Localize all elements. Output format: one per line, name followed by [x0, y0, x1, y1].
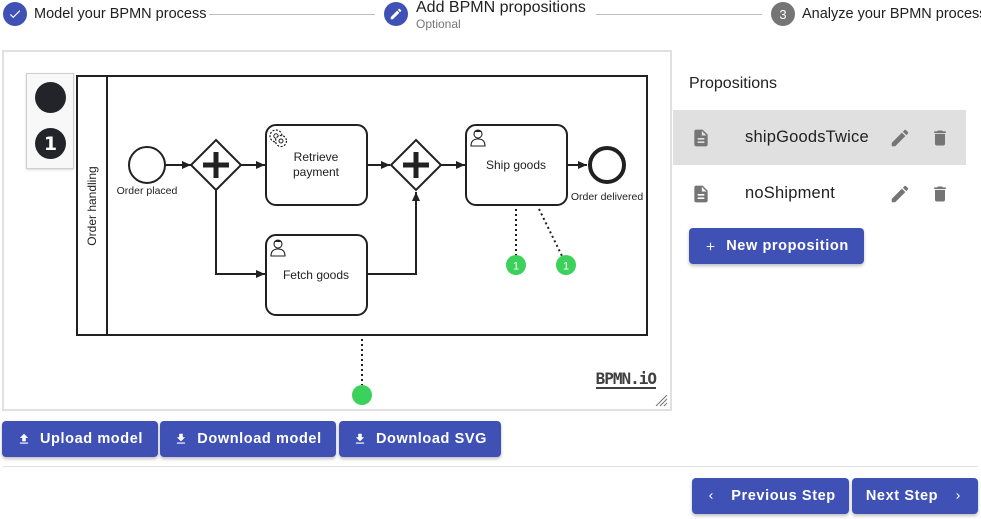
- download-svg-label: Download SVG: [375, 431, 488, 447]
- previous-step-label: Previous Step: [731, 488, 836, 504]
- start-event[interactable]: [128, 146, 166, 184]
- step-2-label[interactable]: Add BPMN propositions: [416, 0, 586, 17]
- pool-label: Order handling: [85, 166, 99, 245]
- filled-circle-icon[interactable]: [35, 82, 66, 113]
- step-3-label[interactable]: Analyze your BPMN process: [802, 6, 981, 22]
- resize-handle-icon[interactable]: [654, 393, 668, 407]
- step-2-active-edit[interactable]: [384, 2, 408, 26]
- document-icon: [694, 129, 708, 147]
- tool-palette: 1: [26, 73, 74, 169]
- document-icon: [694, 185, 708, 203]
- step-connector: [596, 14, 762, 15]
- bpmn-diagram[interactable]: Order handling Order placed Retrieve pay…: [4, 52, 672, 411]
- download-model-button[interactable]: Download model: [160, 421, 336, 457]
- proposition-name: noShipment: [745, 184, 836, 202]
- previous-step-button[interactable]: Previous Step: [692, 478, 849, 514]
- step-1-label[interactable]: Model your BPMN process: [34, 6, 206, 22]
- numbered-badge-icon[interactable]: 1: [35, 128, 66, 159]
- task-fetch-goods-label: Fetch goods: [283, 268, 349, 282]
- step-2-sublabel: Optional: [416, 17, 461, 31]
- stepper: Model your BPMN process Add BPMN proposi…: [0, 0, 981, 40]
- step-1-completed-check[interactable]: [3, 2, 27, 26]
- upload-model-label: Upload model: [39, 431, 144, 447]
- badge-count: 1: [563, 261, 569, 273]
- start-event-label: Order placed: [117, 185, 178, 197]
- step-3-number[interactable]: 3: [771, 2, 795, 26]
- task-retrieve-payment-label-line1: Retrieve: [294, 150, 339, 164]
- proposition-name: shipGoodsTwice: [745, 128, 869, 146]
- upload-model-button[interactable]: Upload model: [2, 421, 158, 457]
- badge-count: 1: [513, 261, 519, 273]
- edit-icon[interactable]: [889, 183, 911, 205]
- plus-icon: [706, 242, 715, 250]
- delete-icon[interactable]: [930, 127, 950, 149]
- divider: [3, 466, 978, 467]
- new-proposition-button[interactable]: New proposition: [689, 228, 864, 264]
- chevron-right-icon: [956, 493, 961, 499]
- step-connector: [209, 14, 375, 15]
- download-icon: [177, 433, 186, 444]
- edit-icon[interactable]: [889, 127, 911, 149]
- delete-icon[interactable]: [930, 183, 950, 205]
- new-proposition-label: New proposition: [726, 238, 849, 254]
- download-svg-button[interactable]: Download SVG: [339, 421, 501, 457]
- task-retrieve-payment-label-line2: payment: [293, 165, 340, 179]
- end-event[interactable]: [588, 146, 626, 184]
- chevron-left-icon: [709, 493, 713, 499]
- pencil-icon: [390, 8, 402, 20]
- next-step-label: Next Step: [865, 488, 939, 504]
- bpmn-io-logo[interactable]: BPMN.iO: [595, 370, 657, 389]
- bpmn-modeler-canvas[interactable]: Order handling Order placed Retrieve pay…: [2, 50, 672, 411]
- next-step-button[interactable]: Next Step: [852, 478, 978, 514]
- propositions-title: Propositions: [689, 75, 778, 92]
- proposition-item[interactable]: noShipment: [673, 166, 966, 221]
- proposition-item[interactable]: shipGoodsTwice: [673, 110, 966, 165]
- proposition-badge[interactable]: [352, 385, 372, 405]
- end-event-label: Order delivered: [571, 191, 644, 203]
- check-icon: [9, 10, 21, 19]
- download-model-label: Download model: [197, 431, 322, 447]
- download-icon: [355, 433, 365, 444]
- task-ship-goods-label: Ship goods: [486, 158, 546, 172]
- upload-icon: [19, 433, 29, 444]
